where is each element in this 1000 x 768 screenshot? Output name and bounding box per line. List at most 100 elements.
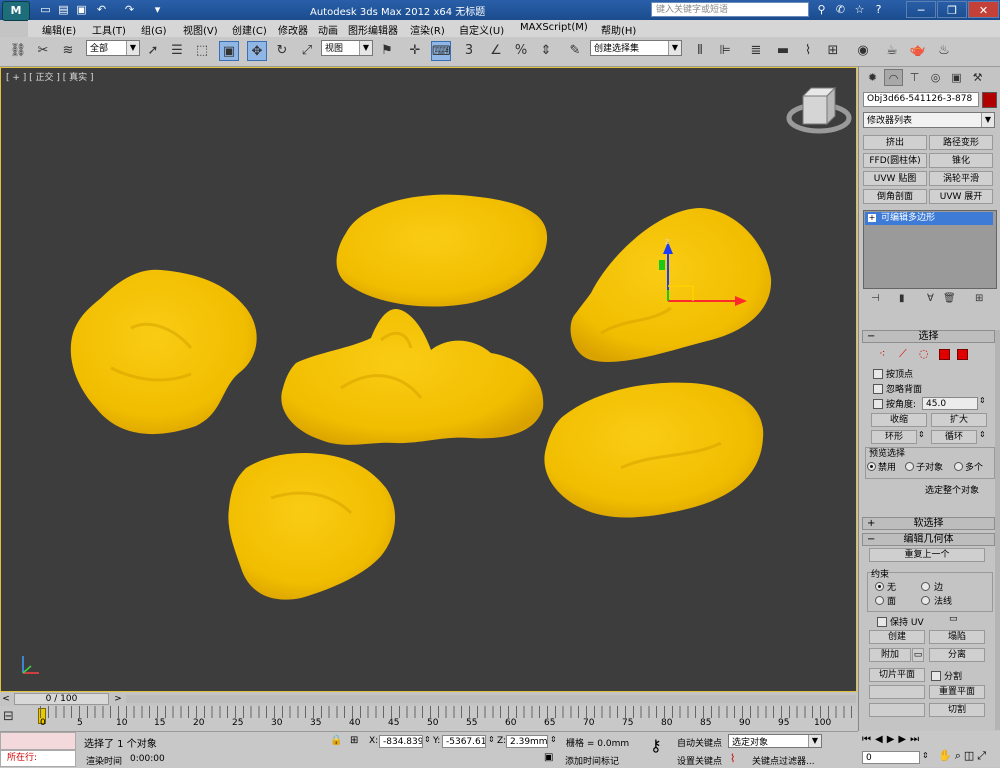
- gold-nugget[interactable]: [228, 453, 396, 600]
- absolute-mode-icon[interactable]: ⊞: [350, 735, 358, 746]
- menu-tools[interactable]: 工具(T): [92, 22, 126, 37]
- z-coordinate-field[interactable]: 2.39mm: [506, 735, 548, 748]
- stack-item-editable-poly[interactable]: + 可编辑多边形: [865, 212, 993, 225]
- menu-modifiers[interactable]: 修改器: [278, 22, 308, 37]
- constraint-none-radio[interactable]: [875, 582, 884, 591]
- cut-button[interactable]: 切割: [929, 703, 985, 717]
- menu-edit[interactable]: 编辑(E): [42, 22, 76, 37]
- app-logo-icon[interactable]: M: [2, 1, 30, 21]
- vertex-level-icon[interactable]: ⁖: [879, 347, 885, 360]
- create-tab-icon[interactable]: ✹: [863, 69, 882, 86]
- menu-group[interactable]: 组(G): [141, 22, 167, 37]
- align-icon[interactable]: ⊫: [715, 41, 735, 61]
- constraint-normal-radio[interactable]: [921, 596, 930, 605]
- binoculars-icon[interactable]: ⚲: [813, 2, 830, 17]
- time-slider-track[interactable]: [126, 695, 856, 703]
- object-name-field[interactable]: Obj3d66-541126-3-878: [863, 92, 979, 107]
- select-manipulate-icon[interactable]: ✛: [405, 41, 425, 61]
- polygon-level-icon[interactable]: [939, 349, 950, 360]
- render-setup-icon[interactable]: ☕: [882, 41, 902, 61]
- utilities-tab-icon[interactable]: ⚒: [968, 69, 987, 86]
- slice-plane-button[interactable]: 切片平面: [869, 668, 925, 682]
- display-tab-icon[interactable]: ▣: [947, 69, 966, 86]
- communication-center-icon[interactable]: ✆: [832, 2, 849, 17]
- modifier-button-bevel-profile[interactable]: 倒角剖面: [863, 189, 927, 204]
- time-slider-next-icon[interactable]: >: [112, 693, 124, 705]
- detach-button[interactable]: 分离: [929, 648, 985, 662]
- gold-nugget[interactable]: [281, 308, 544, 445]
- auto-key-button[interactable]: 自动关键点: [677, 736, 722, 749]
- track-bar[interactable]: ⊟ 0 5 10 15 20 25 30 35 40 45 50 55 60 6…: [0, 706, 857, 731]
- viewport-front[interactable]: [ + ] [ 正交 ] [ 真实 ] z: [0, 67, 857, 692]
- preview-disabled-radio[interactable]: [867, 462, 876, 471]
- angle-snap-icon[interactable]: ∠: [486, 41, 506, 61]
- new-file-icon[interactable]: ▭: [38, 2, 53, 17]
- menu-create[interactable]: 创建(C): [232, 22, 267, 37]
- playback-buttons-icon[interactable]: ⏮◀▶▶⏭: [862, 734, 923, 745]
- set-key-button[interactable]: 设置关键点: [677, 754, 722, 767]
- modifier-button-extrude[interactable]: 挤出: [863, 135, 927, 150]
- material-editor-icon[interactable]: ◉: [853, 41, 873, 61]
- object-color-swatch[interactable]: [982, 92, 997, 108]
- modifier-button-ffd-cyl[interactable]: FFD(圆柱体): [863, 153, 927, 168]
- loop-button[interactable]: 循环: [931, 430, 977, 444]
- open-folder-icon[interactable]: ▤: [56, 2, 71, 17]
- pin-stack-icon[interactable]: ⊣: [871, 293, 880, 304]
- modifier-button-turbosmooth[interactable]: 涡轮平滑: [929, 171, 993, 186]
- minimize-button[interactable]: ─: [906, 1, 936, 18]
- selection-rollout-header[interactable]: − 选择: [862, 330, 995, 343]
- modifier-button-uvw-unwrap[interactable]: UVW 展开: [929, 189, 993, 204]
- frame-spinner-icon[interactable]: ⇕: [922, 751, 929, 760]
- lock-selection-icon[interactable]: 🔒: [330, 735, 342, 746]
- menu-maxscript[interactable]: MAXScript(M): [520, 22, 588, 33]
- menu-views[interactable]: 视图(V): [183, 22, 218, 37]
- x-coordinate-field[interactable]: -834.839m: [379, 735, 423, 748]
- search-input[interactable]: 键入关键字或短语: [651, 2, 809, 17]
- collapse-button[interactable]: 塌陷: [929, 630, 985, 644]
- remove-modifier-icon[interactable]: 🗑: [943, 293, 956, 304]
- slice-button[interactable]: [869, 685, 925, 699]
- select-by-name-icon[interactable]: ☰: [167, 41, 187, 61]
- constraint-face-radio[interactable]: [875, 596, 884, 605]
- mini-curve-editor-icon[interactable]: ⊟: [3, 709, 27, 727]
- redo-icon[interactable]: ↷: [122, 2, 137, 17]
- select-and-move-icon[interactable]: ✥: [247, 41, 267, 61]
- spinner-snap-icon[interactable]: ⇕: [536, 41, 556, 61]
- maxscript-listener-mini[interactable]: [0, 732, 76, 750]
- preview-multi-radio[interactable]: [954, 462, 963, 471]
- menu-animation[interactable]: 动画: [318, 22, 338, 37]
- curve-editor-icon[interactable]: ⌇: [798, 41, 818, 61]
- keyboard-shortcut-override-icon[interactable]: ⌨: [431, 41, 451, 61]
- snaps-toggle-icon[interactable]: 3: [459, 41, 479, 61]
- gold-nugget[interactable]: [544, 382, 764, 518]
- named-selection-dropdown[interactable]: 创建选择集 ▼: [590, 40, 682, 56]
- time-slider-thumb[interactable]: 0 / 100: [14, 693, 109, 705]
- shrink-button[interactable]: 收缩: [871, 413, 927, 427]
- current-frame-field[interactable]: 0: [862, 751, 920, 764]
- configure-modifier-sets-icon[interactable]: ⊞: [975, 293, 983, 304]
- attach-list-icon[interactable]: ▭: [912, 648, 924, 662]
- add-time-tag-button[interactable]: 添加时间标记: [565, 754, 619, 767]
- preserve-uv-checkbox[interactable]: [877, 617, 887, 627]
- quickslice-button[interactable]: [869, 703, 925, 717]
- expand-plus-icon[interactable]: +: [868, 214, 876, 222]
- y-spinner-icon[interactable]: ⇕: [488, 735, 495, 744]
- by-angle-checkbox[interactable]: [873, 399, 883, 409]
- gold-nugget[interactable]: [70, 269, 257, 435]
- rectangular-selection-icon[interactable]: ⬚: [192, 41, 212, 61]
- modify-tab-icon[interactable]: ◠: [884, 69, 903, 86]
- menu-rendering[interactable]: 渲染(R): [410, 22, 445, 37]
- hierarchy-tab-icon[interactable]: ⊤: [905, 69, 924, 86]
- undo-icon[interactable]: ↶: [94, 2, 109, 17]
- select-and-rotate-icon[interactable]: ↻: [272, 41, 292, 61]
- by-vertex-checkbox[interactable]: [873, 369, 883, 379]
- key-filters-button[interactable]: 关键点过滤器...: [752, 754, 815, 767]
- save-icon[interactable]: ▣: [74, 2, 89, 17]
- menu-graph-editors[interactable]: 图形编辑器: [348, 22, 398, 37]
- key-filters-icon[interactable]: ⌇: [730, 752, 735, 765]
- graphite-ribbon-icon[interactable]: ▬: [773, 41, 793, 61]
- grow-button[interactable]: 扩大: [931, 413, 987, 427]
- percent-snap-icon[interactable]: %: [511, 41, 531, 61]
- y-coordinate-field[interactable]: -5367.61m: [442, 735, 486, 748]
- repeat-last-button[interactable]: 重复上一个: [869, 548, 985, 562]
